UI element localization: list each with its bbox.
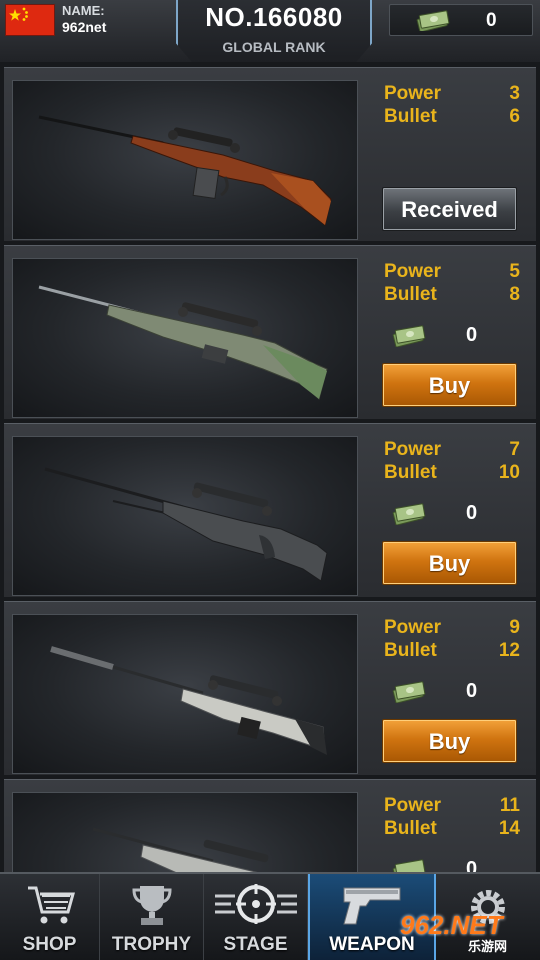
power-value: 5 [509, 261, 520, 282]
bullet-label: Bullet [384, 106, 437, 127]
china-flag-icon [5, 4, 55, 36]
cash-icon [392, 681, 426, 703]
top-bar: NAME: 962net NO.166080 GLOBAL RANK 0 [0, 0, 540, 62]
weapon-image-camo-sniper [12, 258, 358, 418]
player-name: 962net [62, 19, 107, 35]
nav-trophy[interactable]: TROPHY [100, 874, 204, 960]
rank-label: GLOBAL RANK [222, 39, 326, 55]
power-label: Power [384, 617, 442, 638]
weapon-card: Power 3 Bullet 6 Received [4, 67, 536, 241]
site-watermark: 962.NET 乐游网 [400, 910, 538, 956]
cash-icon [392, 325, 426, 347]
trophy-icon [131, 886, 172, 925]
bullet-value: 6 [509, 106, 520, 127]
price-value: 0 [466, 324, 478, 346]
cash-icon [416, 10, 450, 31]
buy-button[interactable]: Buy [382, 363, 517, 407]
price-value: 0 [466, 502, 478, 524]
received-button: Received [382, 187, 517, 231]
nav-stage-label: STAGE [223, 934, 288, 955]
global-rank-panel: NO.166080 GLOBAL RANK [176, 0, 372, 62]
weapon-image-tactical-sniper [12, 792, 358, 872]
bullet-label: Bullet [384, 640, 437, 661]
name-label: NAME: [62, 3, 105, 18]
watermark-subtitle: 乐游网 [468, 939, 508, 954]
money-display[interactable]: 0 [389, 4, 533, 36]
bullet-label: Bullet [384, 462, 437, 483]
power-label: Power [384, 795, 442, 816]
bullet-value: 14 [498, 818, 520, 839]
nav-stage[interactable]: STAGE [204, 874, 308, 960]
weapon-list[interactable]: Power 3 Bullet 6 Received Power 5 Bullet… [0, 62, 540, 872]
pistol-icon [343, 887, 401, 925]
cash-icon [392, 503, 426, 525]
power-value: 11 [499, 795, 520, 816]
bullet-label: Bullet [384, 284, 437, 305]
nav-shop[interactable]: SHOP [0, 874, 100, 960]
power-label: Power [384, 439, 442, 460]
weapon-card: Power 5 Bullet 8 0 Buy [4, 245, 536, 419]
shopping-cart-icon [27, 886, 75, 924]
price-value: 0 [466, 858, 478, 872]
bullet-label: Bullet [384, 818, 437, 839]
rank-number: NO.166080 [205, 2, 343, 32]
cash-icon [392, 859, 426, 872]
nav-shop-label: SHOP [22, 934, 77, 955]
bullet-value: 12 [498, 640, 520, 661]
price-value: 0 [466, 680, 478, 702]
weapon-image-awm-sniper [12, 436, 358, 596]
weapon-card: Power 11 Bullet 14 0 [4, 779, 536, 872]
power-value: 3 [509, 83, 520, 104]
money-value: 0 [486, 10, 497, 31]
power-value: 7 [509, 439, 520, 460]
nav-trophy-label: TROPHY [111, 934, 192, 955]
power-label: Power [384, 261, 442, 282]
power-value: 9 [509, 617, 520, 638]
power-label: Power [384, 83, 442, 104]
weapon-card: Power 9 Bullet 12 0 Buy [4, 601, 536, 775]
buy-button[interactable]: Buy [382, 541, 517, 585]
bullet-value: 10 [498, 462, 520, 483]
weapon-image-suppressed-sniper [12, 614, 358, 774]
weapon-image-m14-rifle [12, 80, 358, 240]
buy-button[interactable]: Buy [382, 719, 517, 763]
bullet-value: 8 [509, 284, 520, 305]
weapon-card: Power 7 Bullet 10 0 Buy [4, 423, 536, 597]
crosshair-icon [214, 884, 297, 924]
